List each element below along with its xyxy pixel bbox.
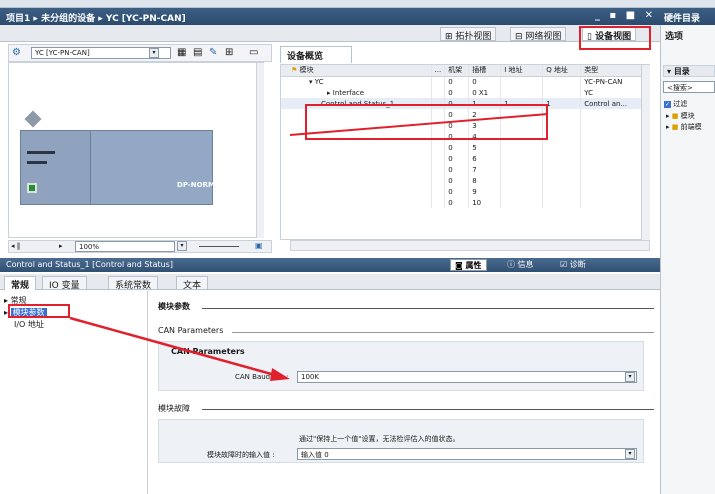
annotation-arrows: [69, 113, 549, 381]
